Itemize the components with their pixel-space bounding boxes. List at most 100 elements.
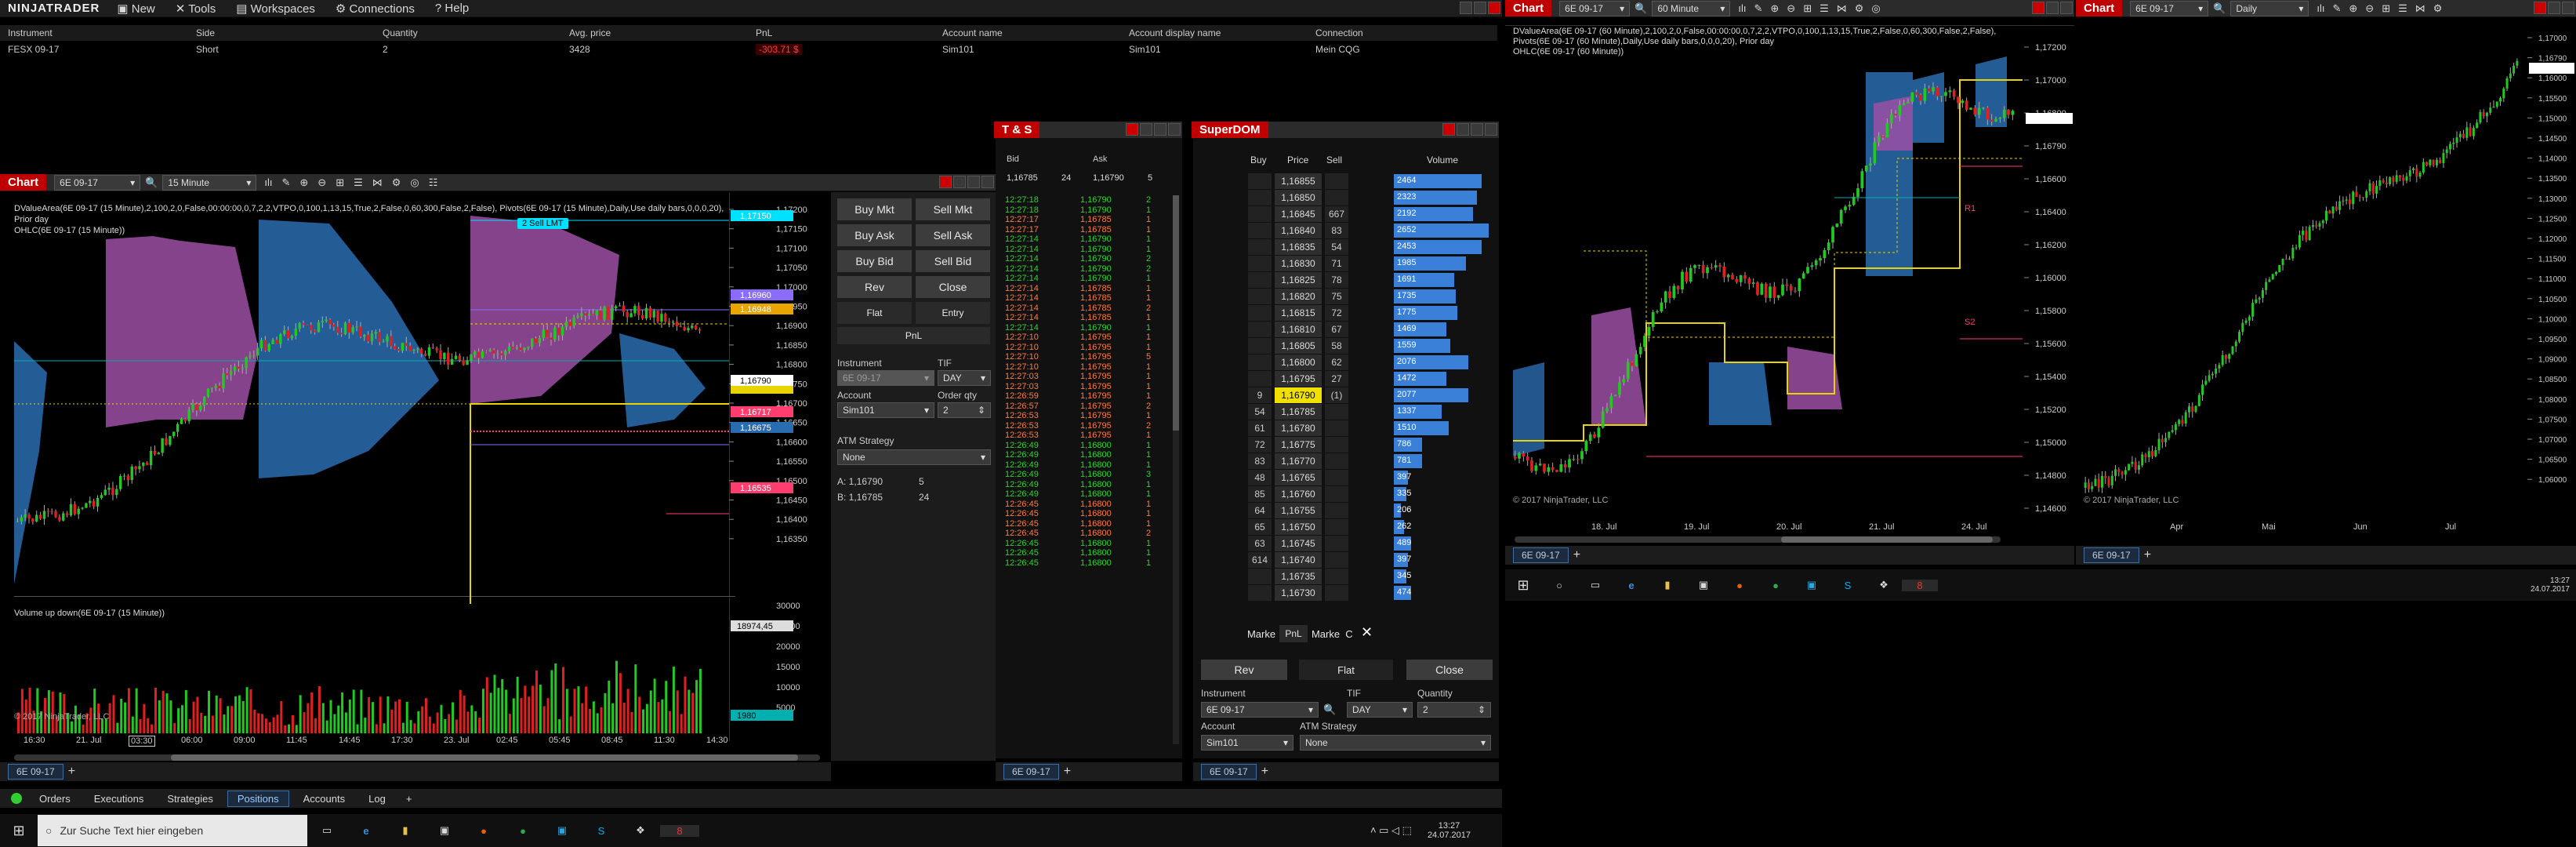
- firefox-icon[interactable]: ●: [1722, 580, 1758, 591]
- dom-row[interactable]: 1,16825 78 1691: [1193, 272, 1491, 288]
- dom-price-cell[interactable]: 1,16795: [1275, 371, 1322, 387]
- explorer-icon[interactable]: ▮: [386, 824, 425, 837]
- dom-price-cell[interactable]: 1,16745: [1275, 536, 1322, 551]
- dom-row[interactable]: 9 1,16790 (1) 2077: [1193, 387, 1491, 403]
- dom-sell-cell[interactable]: 72: [1325, 305, 1348, 321]
- add-tab-icon[interactable]: +: [2144, 548, 2151, 562]
- dom-price-cell[interactable]: 1,16755: [1275, 503, 1322, 518]
- dom-row[interactable]: 1,16805 58 1559: [1193, 338, 1491, 354]
- dom-price-cell[interactable]: 1,16760: [1275, 486, 1322, 502]
- zoom-out-icon[interactable]: ⊖: [1787, 2, 1795, 15]
- dom-row[interactable]: 614 1,16740 397: [1193, 552, 1491, 568]
- col-side[interactable]: Side: [196, 27, 215, 38]
- tab-6e[interactable]: 6E 09-17: [1003, 764, 1059, 780]
- grid-icon[interactable]: ⊞: [2382, 2, 2390, 15]
- dom-sell-cell[interactable]: 67: [1325, 322, 1348, 337]
- market-left-button[interactable]: Marke: [1246, 625, 1276, 642]
- grid-icon[interactable]: ⊞: [1803, 2, 1812, 15]
- windows-start-icon[interactable]: ⊞: [1505, 577, 1541, 594]
- dom-price-cell[interactable]: 1,16805: [1275, 338, 1322, 354]
- account-select[interactable]: Sim101 ▾: [1201, 735, 1293, 751]
- dom-row[interactable]: 85 1,16760 335: [1193, 486, 1491, 502]
- dom-row[interactable]: 1,16800 62 2076: [1193, 354, 1491, 370]
- account-select[interactable]: Sim101 ▾: [837, 402, 934, 418]
- dom-price-cell[interactable]: 1,16770: [1275, 453, 1322, 469]
- dom-price-cell[interactable]: 1,16735: [1275, 569, 1322, 584]
- instrument-selector[interactable]: 6E 09-17 ▾: [54, 174, 141, 191]
- sell-ask-button[interactable]: Sell Ask: [916, 224, 990, 246]
- dom-sell-cell[interactable]: [1325, 190, 1348, 205]
- dom-price-cell[interactable]: 1,16790: [1275, 387, 1322, 403]
- chart2-price-svg[interactable]: R1S21,172001,170001,168001,167901,166001…: [1505, 17, 2074, 544]
- instrument-field[interactable]: 6E 09-17 ▾: [1201, 702, 1319, 718]
- chrome-icon[interactable]: ●: [503, 825, 542, 837]
- tab-log[interactable]: Log: [359, 791, 395, 806]
- add-tab-icon[interactable]: +: [1573, 548, 1580, 562]
- dom-sell-cell[interactable]: 58: [1325, 338, 1348, 354]
- chart-trader-icon[interactable]: ◎: [410, 176, 419, 189]
- dom-sell-cell[interactable]: [1325, 569, 1348, 584]
- dom-sell-cell[interactable]: 27: [1325, 371, 1348, 387]
- dom-buy-cell[interactable]: 72: [1248, 437, 1272, 453]
- skype-icon[interactable]: S: [582, 825, 621, 837]
- dom-row[interactable]: 61 1,16780 1510: [1193, 420, 1491, 436]
- dom-buy-cell[interactable]: [1248, 338, 1272, 354]
- dom-buy-cell[interactable]: [1248, 239, 1272, 255]
- buy-ask-button[interactable]: Buy Ask: [837, 224, 912, 246]
- dom-buy-cell[interactable]: 61: [1248, 420, 1272, 436]
- close-button[interactable]: [2032, 2, 2044, 14]
- dom-price-cell[interactable]: 1,16740: [1275, 552, 1322, 568]
- network-app-icon[interactable]: ❖: [1866, 579, 1902, 591]
- maximize-button[interactable]: [2060, 2, 2073, 14]
- zoom-out-icon[interactable]: ⊖: [2365, 2, 2374, 15]
- dom-price-cell[interactable]: 1,16820: [1275, 289, 1322, 304]
- strategies-icon[interactable]: ⚙: [1855, 2, 1864, 15]
- dom-price-cell[interactable]: 1,16850: [1275, 190, 1322, 205]
- dom-row[interactable]: 1,16735 345: [1193, 569, 1491, 584]
- chart1-price-svg[interactable]: 1,172001,171501,171001,170501,170001,169…: [0, 192, 831, 753]
- dom-price-cell[interactable]: 1,16780: [1275, 420, 1322, 436]
- dom-buy-cell[interactable]: [1248, 206, 1272, 222]
- horizontal-scrollbar[interactable]: [1515, 536, 2001, 543]
- restore-button[interactable]: [1485, 123, 1497, 136]
- dom-sell-cell[interactable]: 78: [1325, 272, 1348, 288]
- dom-row[interactable]: 1,16850 2323: [1193, 190, 1491, 205]
- tab-6e[interactable]: 6E 09-17: [8, 764, 63, 780]
- dom-buy-cell[interactable]: 54: [1248, 404, 1272, 420]
- col-account-display[interactable]: Account display name: [1129, 27, 1221, 38]
- dom-row[interactable]: 83 1,16770 781: [1193, 453, 1491, 469]
- dom-price-cell[interactable]: 1,16765: [1275, 470, 1322, 485]
- zoom-in-icon[interactable]: ⊕: [299, 176, 308, 189]
- restore-button[interactable]: [1168, 123, 1181, 136]
- col-account-name[interactable]: Account name: [942, 27, 1003, 38]
- atm-select[interactable]: None ▾: [837, 449, 991, 465]
- search-icon[interactable]: 🔍: [2213, 2, 2226, 15]
- bar-type-icon[interactable]: ılı: [2317, 2, 2324, 14]
- chart1-panel[interactable]: DValueArea(6E 09-17 (15 Minute),2,100,2,…: [0, 192, 831, 761]
- horizontal-scrollbar[interactable]: [14, 754, 820, 761]
- task-view-icon[interactable]: ▭: [307, 824, 346, 837]
- dom-price-cell[interactable]: 1,16775: [1275, 437, 1322, 453]
- maximize-button[interactable]: [1154, 123, 1166, 136]
- reverse-button[interactable]: Rev: [837, 276, 912, 298]
- app-icon[interactable]: ▣: [542, 824, 582, 837]
- menu-new[interactable]: ▣ New: [117, 2, 154, 16]
- order-label[interactable]: 2 Sell LMT: [517, 218, 568, 229]
- instrument-selector[interactable]: 6E 09-17 ▾: [1559, 0, 1631, 16]
- search-icon[interactable]: 🔍: [1323, 703, 1336, 716]
- vertical-scrollbar[interactable]: [1173, 195, 1179, 744]
- dom-row[interactable]: 1,16795 27 1472: [1193, 371, 1491, 387]
- dom-price-cell[interactable]: 1,16840: [1275, 223, 1322, 238]
- dom-row[interactable]: 1,16845 667 2192: [1193, 206, 1491, 222]
- draw-tool-icon[interactable]: ✎: [281, 176, 290, 189]
- close-position-button[interactable]: Close: [1406, 660, 1493, 680]
- dom-price-cell[interactable]: 1,16800: [1275, 354, 1322, 370]
- dom-sell-cell[interactable]: [1325, 536, 1348, 551]
- dom-row[interactable]: 1,16820 75 1735: [1193, 289, 1491, 304]
- data-box-icon[interactable]: ☷: [429, 176, 438, 189]
- chrome-icon[interactable]: ●: [1758, 580, 1794, 591]
- minimize-button[interactable]: [2046, 2, 2059, 14]
- dom-price-cell[interactable]: 1,16815: [1275, 305, 1322, 321]
- close-button[interactable]: [2534, 2, 2546, 14]
- ninjatrader-task-icon[interactable]: 8: [660, 824, 699, 837]
